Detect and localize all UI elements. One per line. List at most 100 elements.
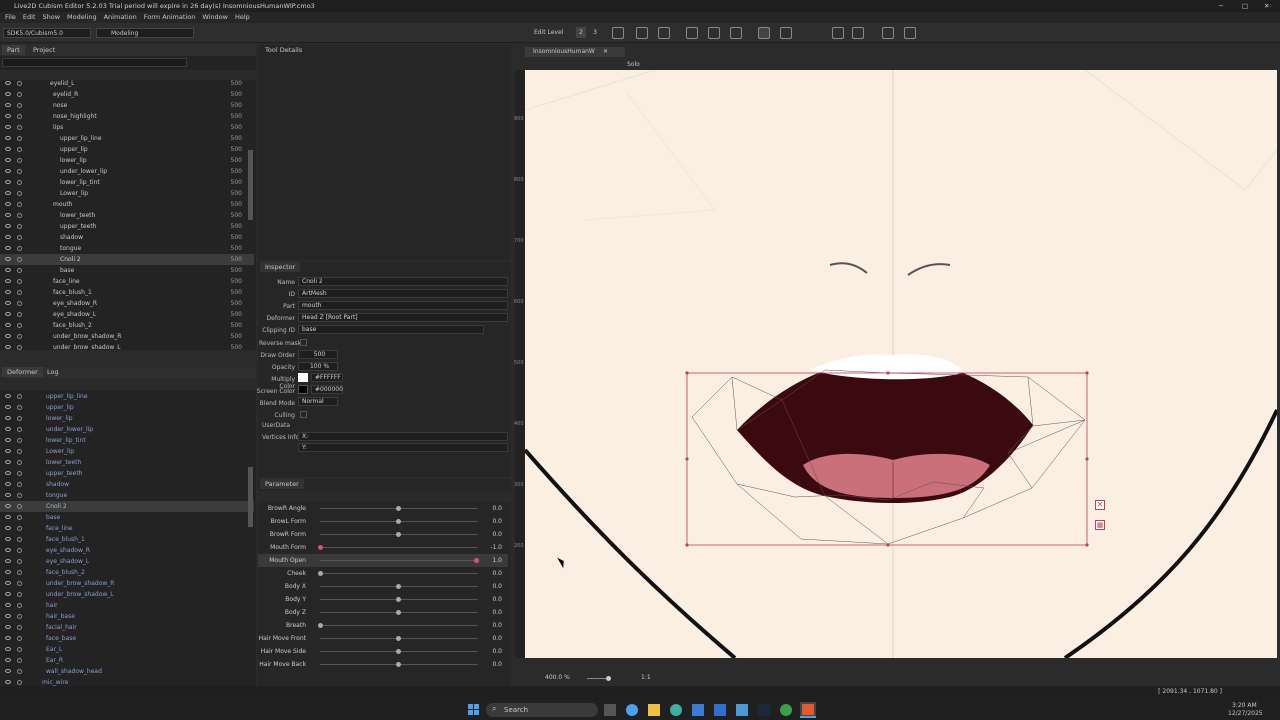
lock-icon[interactable]: [17, 180, 22, 185]
vertices-y-field[interactable]: Y:: [298, 443, 508, 452]
lock-icon[interactable]: [17, 394, 22, 399]
visibility-eye-icon[interactable]: [5, 92, 11, 96]
clock-time[interactable]: 3:20 AM: [1232, 702, 1257, 709]
lock-icon[interactable]: [17, 114, 22, 119]
task-view-icon[interactable]: [604, 704, 616, 716]
visibility-eye-icon[interactable]: [5, 268, 11, 272]
menu-help[interactable]: Help: [235, 13, 250, 21]
part-row[interactable]: nose_highlight 500: [0, 111, 254, 122]
parameter-knob[interactable]: [396, 584, 401, 589]
lock-icon[interactable]: [17, 92, 22, 97]
parameter-row[interactable]: Body Z 0.0: [258, 606, 508, 619]
visibility-eye-icon[interactable]: [5, 559, 11, 563]
deformer-row[interactable]: hair: [0, 600, 254, 611]
clock-date[interactable]: 12/27/2025: [1228, 710, 1263, 717]
deformer-row[interactable]: face_blush_1: [0, 534, 254, 545]
clipping-field[interactable]: base: [298, 325, 484, 334]
toolbar-tool-4-icon[interactable]: [686, 27, 698, 39]
zoom-slider-knob[interactable]: [606, 676, 611, 681]
lock-icon[interactable]: [17, 191, 22, 196]
visibility-eye-icon[interactable]: [5, 504, 11, 508]
deformer-row[interactable]: eye_shadow_L: [0, 556, 254, 567]
lock-icon[interactable]: [17, 449, 22, 454]
photos-icon[interactable]: [736, 704, 748, 716]
part-row[interactable]: face_blush_1 500: [0, 287, 254, 298]
visibility-eye-icon[interactable]: [5, 257, 11, 261]
part-row[interactable]: lips 500: [0, 122, 254, 133]
tab-log[interactable]: Log: [42, 367, 64, 377]
parameter-value[interactable]: 0.0: [492, 515, 502, 528]
part-row[interactable]: under_lower_lip 500: [0, 166, 254, 177]
part-row[interactable]: upper_lip 500: [0, 144, 254, 155]
deformer-row[interactable]: upper_lip: [0, 402, 254, 413]
visibility-eye-icon[interactable]: [5, 405, 11, 409]
lock-icon[interactable]: [17, 169, 22, 174]
visibility-eye-icon[interactable]: [5, 548, 11, 552]
deformer-scrollbar[interactable]: [248, 467, 253, 527]
deformer-row[interactable]: shadow: [0, 479, 254, 490]
deformer-select[interactable]: Head Z [Root Part]: [298, 313, 508, 322]
lock-icon[interactable]: [17, 213, 22, 218]
visibility-eye-icon[interactable]: [5, 224, 11, 228]
visibility-eye-icon[interactable]: [5, 647, 11, 651]
ratio-button[interactable]: 1:1: [641, 674, 651, 681]
toolbar-tool-6-icon[interactable]: [730, 27, 742, 39]
deformer-row[interactable]: base: [0, 512, 254, 523]
lock-icon[interactable]: [17, 125, 22, 130]
part-row[interactable]: Cnoli 2 500: [0, 254, 254, 265]
part-row[interactable]: upper_teeth 500: [0, 221, 254, 232]
lock-icon[interactable]: [17, 405, 22, 410]
parameter-value[interactable]: 0.0: [492, 606, 502, 619]
parameter-value[interactable]: 0.0: [492, 619, 502, 632]
parameter-row[interactable]: Hair Move Side 0.0: [258, 645, 508, 658]
toolbar-tool-7-icon[interactable]: [758, 27, 770, 39]
parameter-knob[interactable]: [396, 649, 401, 654]
parameter-slider[interactable]: [320, 573, 478, 574]
parameter-knob[interactable]: [396, 636, 401, 641]
lock-icon[interactable]: [17, 537, 22, 542]
outlook-icon[interactable]: [714, 704, 726, 716]
visibility-eye-icon[interactable]: [5, 394, 11, 398]
deformer-row[interactable]: lower_lip: [0, 413, 254, 424]
parameter-value[interactable]: 0.0: [492, 645, 502, 658]
deformer-row[interactable]: under_lower_lip: [0, 424, 254, 435]
part-row[interactable]: lower_lip 500: [0, 155, 254, 166]
part-row[interactable]: face_blush_2 500: [0, 320, 254, 331]
visibility-eye-icon[interactable]: [5, 301, 11, 305]
part-row[interactable]: eye_shadow_R 500: [0, 298, 254, 309]
parameter-value[interactable]: -1.0: [490, 541, 502, 554]
menu-modeling[interactable]: Modeling: [67, 13, 97, 21]
lock-icon[interactable]: [17, 438, 22, 443]
visibility-eye-icon[interactable]: [5, 680, 11, 684]
userdata-label[interactable]: UserData: [262, 422, 290, 429]
deformer-row[interactable]: Ear_R: [0, 655, 254, 666]
tab-viewport-document[interactable]: InsomniousHumanW: [525, 47, 625, 57]
id-field[interactable]: ArtMesh: [298, 289, 508, 298]
lock-icon[interactable]: [17, 669, 22, 674]
lock-icon[interactable]: [17, 290, 22, 295]
lock-icon[interactable]: [17, 570, 22, 575]
parameter-knob[interactable]: [474, 558, 479, 563]
lock-icon[interactable]: [17, 202, 22, 207]
solo-button[interactable]: Solo: [627, 61, 640, 68]
parameter-value[interactable]: 0.0: [492, 528, 502, 541]
lock-icon[interactable]: [17, 301, 22, 306]
lock-icon[interactable]: [17, 526, 22, 531]
menu-show[interactable]: Show: [42, 13, 60, 21]
part-row[interactable]: lower_teeth 500: [0, 210, 254, 221]
toolbar-tool-1-icon[interactable]: [612, 27, 624, 39]
parameter-value[interactable]: 0.0: [492, 580, 502, 593]
visibility-eye-icon[interactable]: [5, 669, 11, 673]
parameter-row[interactable]: Mouth Open 1.0: [258, 554, 508, 567]
lock-icon[interactable]: [17, 147, 22, 152]
model-canvas[interactable]: ✕ ▦: [525, 70, 1277, 658]
vertices-x-field[interactable]: X:: [298, 432, 508, 441]
part-select[interactable]: mouth: [298, 301, 508, 310]
lock-icon[interactable]: [17, 257, 22, 262]
multiply-color-field[interactable]: #FFFFFF: [311, 373, 343, 382]
visibility-eye-icon[interactable]: [5, 636, 11, 640]
part-row[interactable]: eyelid_R 500: [0, 89, 254, 100]
live2d-taskbar-icon[interactable]: [800, 702, 816, 718]
deformer-row[interactable]: facial_hair: [0, 622, 254, 633]
model-artwork[interactable]: [525, 70, 1277, 658]
